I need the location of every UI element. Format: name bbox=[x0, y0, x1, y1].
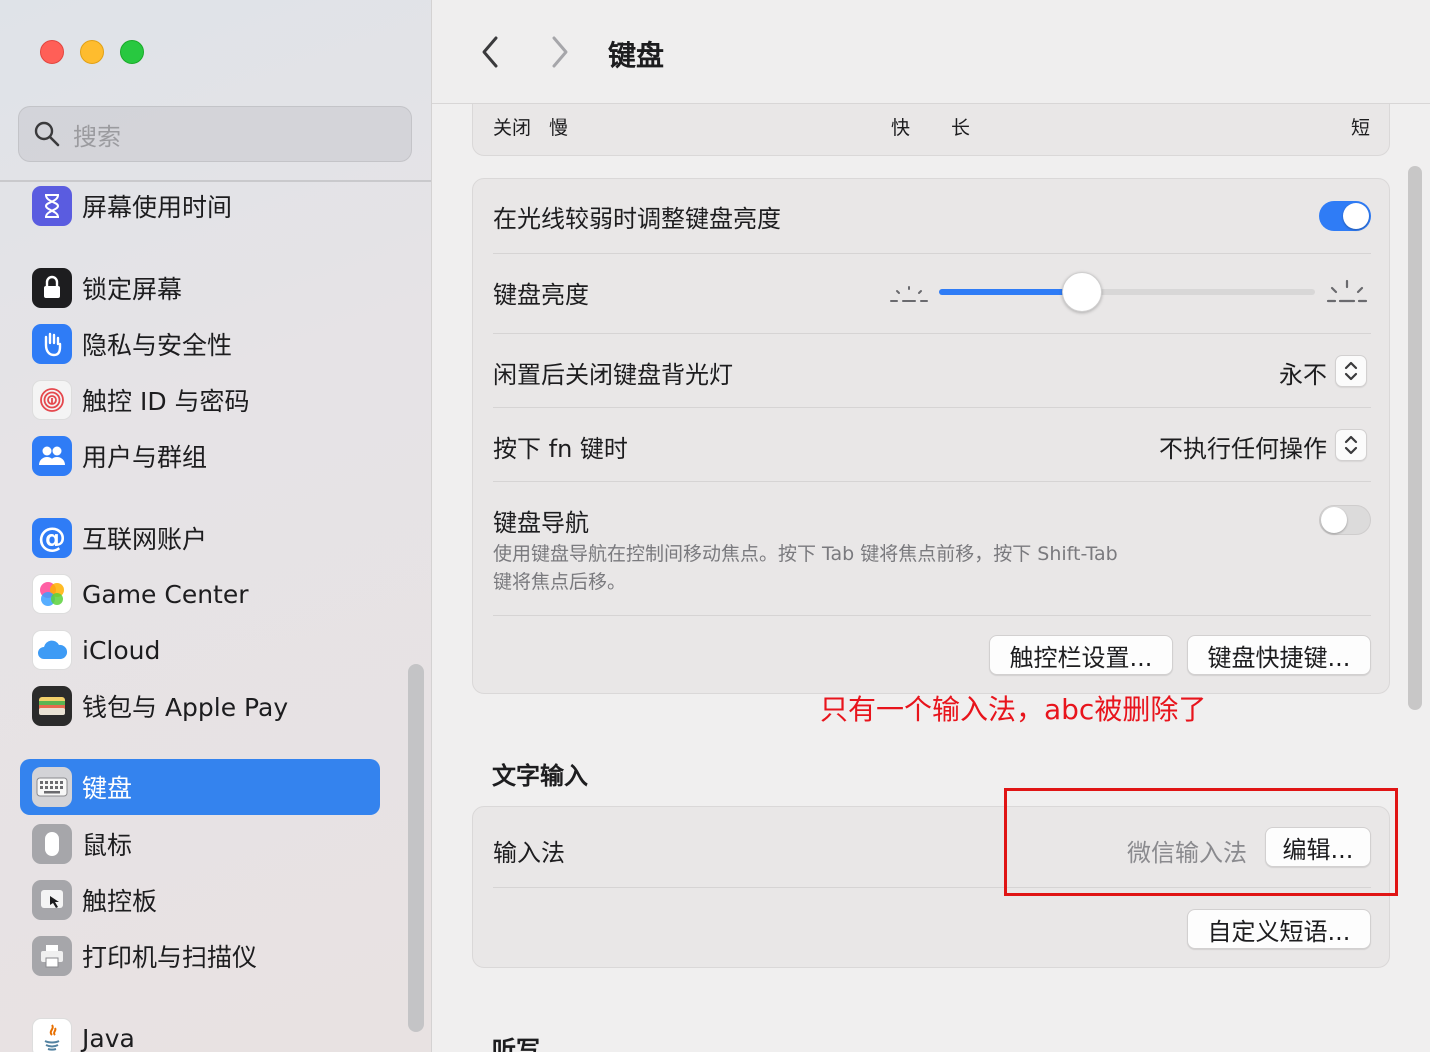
text-input-section-title: 文字输入 bbox=[492, 762, 588, 790]
sidebar-item-lock-screen[interactable]: 锁定屏幕 bbox=[20, 260, 380, 316]
dictation-section-title: 听写 bbox=[492, 1036, 540, 1052]
auto-brightness-toggle[interactable] bbox=[1319, 201, 1371, 231]
input-method-label: 输入法 bbox=[493, 839, 565, 867]
sidebar-item-label: 鼠标 bbox=[82, 831, 133, 860]
sidebar-item-label: 用户与群组 bbox=[82, 443, 208, 472]
divider bbox=[493, 333, 1371, 334]
backlight-off-value[interactable]: 永不 bbox=[1279, 355, 1327, 390]
keyboard-settings-card: 在光线较弱时调整键盘亮度 键盘亮度 闲置后关闭键盘背光灯 永不 按下 fn 键时… bbox=[472, 178, 1390, 694]
toolbar: 键盘 bbox=[432, 0, 1430, 104]
sidebar-item-trackpad[interactable]: 触控板 bbox=[20, 872, 380, 928]
annotation-text: 只有一个输入法，abc被删除了 bbox=[820, 693, 1207, 726]
delay-long-label: 长 bbox=[951, 117, 971, 139]
sidebar-item-keyboard[interactable]: 键盘 bbox=[20, 759, 380, 815]
brightness-slider-track[interactable] bbox=[939, 272, 1315, 312]
repeat-off-label: 关闭 bbox=[493, 117, 532, 139]
sidebar-item-screen-time[interactable]: 屏幕使用时间 bbox=[20, 178, 380, 234]
fn-key-stepper[interactable] bbox=[1335, 429, 1367, 461]
page-title: 键盘 bbox=[608, 39, 665, 72]
search-input[interactable]: 搜索 bbox=[18, 106, 412, 162]
auto-brightness-label: 在光线较弱时调整键盘亮度 bbox=[493, 205, 781, 233]
divider bbox=[493, 615, 1371, 616]
back-button[interactable] bbox=[472, 30, 508, 74]
main-content: 关闭 慢 快 长 短 键盘 在光线较弱时调整键盘亮度 键盘亮度 闲置后关闭键盘背… bbox=[432, 0, 1430, 1052]
game-center-icon bbox=[32, 574, 72, 614]
sidebar-item-java[interactable]: Java bbox=[20, 1010, 380, 1052]
java-icon bbox=[32, 1018, 72, 1052]
brightness-label: 键盘亮度 bbox=[493, 281, 589, 309]
minimize-window-button[interactable] bbox=[80, 40, 104, 64]
keyboard-navigation-label: 键盘导航 bbox=[493, 509, 589, 537]
zoom-window-button[interactable] bbox=[120, 40, 144, 64]
printer-icon bbox=[32, 936, 72, 976]
sidebar-item-label: Game Center bbox=[82, 579, 249, 609]
mouse-icon bbox=[32, 824, 72, 864]
hand-icon bbox=[32, 324, 72, 364]
up-down-chevron-icon bbox=[1344, 435, 1358, 455]
annotation-highlight-box bbox=[1004, 788, 1398, 896]
lock-icon bbox=[32, 268, 72, 308]
search-placeholder: 搜索 bbox=[73, 122, 121, 151]
sidebar-item-internet-accounts[interactable]: @ 互联网账户 bbox=[20, 510, 380, 566]
keyboard-navigation-description-2: 键将焦点后移。 bbox=[493, 571, 627, 593]
sidebar: 搜索 屏幕使用时间 锁定屏幕 隐私与安全性 触控 ID 与密码 用户与群组 @ … bbox=[0, 0, 432, 1052]
sidebar-item-label: 屏幕使用时间 bbox=[82, 193, 233, 222]
search-icon bbox=[34, 121, 60, 147]
divider bbox=[493, 407, 1371, 408]
sidebar-item-game-center[interactable]: Game Center bbox=[20, 566, 380, 622]
text-replacements-button[interactable]: 自定义短语... bbox=[1187, 909, 1371, 949]
keyboard-shortcuts-button[interactable]: 键盘快捷键... bbox=[1187, 635, 1371, 675]
fingerprint-icon bbox=[32, 380, 72, 420]
brightness-slider-knob[interactable] bbox=[1061, 272, 1102, 312]
divider bbox=[493, 481, 1371, 482]
sidebar-item-label: Java bbox=[82, 1023, 135, 1052]
up-down-chevron-icon bbox=[1344, 361, 1358, 381]
repeat-fast-label: 快 bbox=[891, 117, 911, 139]
hourglass-icon bbox=[32, 186, 72, 226]
sidebar-item-label: 锁定屏幕 bbox=[82, 275, 183, 304]
keyboard-navigation-toggle[interactable] bbox=[1319, 505, 1371, 535]
fn-key-value[interactable]: 不执行任何操作 bbox=[1159, 429, 1327, 464]
sidebar-item-label: 触控板 bbox=[82, 887, 158, 916]
sidebar-item-label: 键盘 bbox=[82, 774, 133, 803]
sidebar-item-label: 隐私与安全性 bbox=[82, 331, 233, 360]
sidebar-item-label: 互联网账户 bbox=[82, 525, 208, 554]
main-scrollbar[interactable] bbox=[1408, 166, 1422, 710]
users-icon bbox=[32, 436, 72, 476]
repeat-slow-label: 慢 bbox=[549, 117, 569, 139]
brightness-high-icon bbox=[1326, 279, 1368, 303]
brightness-low-icon bbox=[890, 286, 928, 302]
trackpad-icon bbox=[32, 880, 72, 920]
fn-key-label: 按下 fn 键时 bbox=[493, 435, 628, 463]
sidebar-item-printers[interactable]: 打印机与扫描仪 bbox=[20, 928, 380, 984]
sidebar-item-touch-id[interactable]: 触控 ID 与密码 bbox=[20, 372, 380, 428]
sidebar-item-icloud[interactable]: iCloud bbox=[20, 622, 380, 678]
sidebar-item-label: 触控 ID 与密码 bbox=[82, 387, 250, 416]
sidebar-item-label: 钱包与 Apple Pay bbox=[82, 693, 289, 722]
sidebar-item-users[interactable]: 用户与群组 bbox=[20, 428, 380, 484]
brightness-slider-fill bbox=[939, 289, 1082, 295]
sidebar-item-label: iCloud bbox=[82, 635, 161, 665]
at-icon: @ bbox=[32, 518, 72, 558]
chevron-right-icon bbox=[552, 36, 568, 68]
cloud-icon bbox=[32, 630, 72, 670]
keyboard-icon bbox=[32, 767, 72, 807]
wallet-icon bbox=[32, 686, 72, 726]
keyboard-navigation-description: 使用键盘导航在控制间移动焦点。按下 Tab 键将焦点前移，按下 Shift-Ta… bbox=[493, 543, 1118, 565]
divider bbox=[493, 253, 1371, 254]
close-window-button[interactable] bbox=[40, 40, 64, 64]
sidebar-item-wallet[interactable]: 钱包与 Apple Pay bbox=[20, 678, 380, 734]
chevron-left-icon bbox=[482, 36, 498, 68]
backlight-off-label: 闲置后关闭键盘背光灯 bbox=[493, 361, 733, 389]
delay-short-label: 短 bbox=[1351, 117, 1371, 139]
sidebar-scrollbar[interactable] bbox=[408, 664, 424, 1032]
backlight-off-stepper[interactable] bbox=[1335, 355, 1367, 387]
forward-button[interactable] bbox=[542, 30, 578, 74]
touch-bar-settings-button[interactable]: 触控栏设置... bbox=[989, 635, 1173, 675]
sidebar-item-label: 打印机与扫描仪 bbox=[82, 943, 258, 972]
sidebar-item-mouse[interactable]: 鼠标 bbox=[20, 816, 380, 872]
sidebar-item-privacy[interactable]: 隐私与安全性 bbox=[20, 316, 380, 372]
